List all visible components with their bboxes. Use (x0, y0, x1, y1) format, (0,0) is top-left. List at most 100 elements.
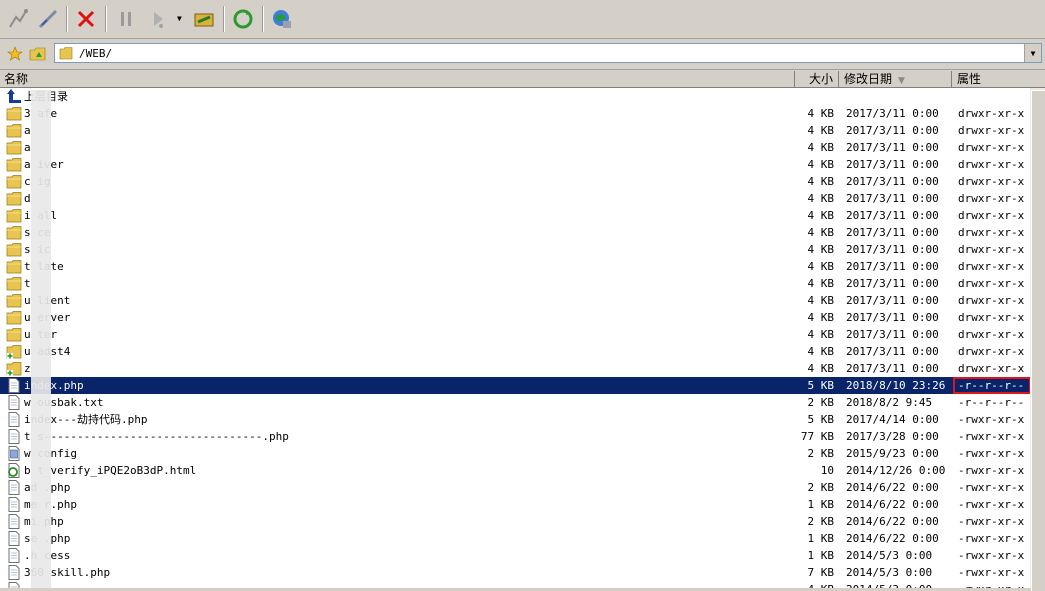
file-icon (6, 565, 22, 580)
file-name: a (24, 124, 31, 137)
file-date: 2018/8/10 23:26 (846, 379, 946, 392)
file-row[interactable]: t s---------------------------------.php… (0, 428, 1030, 445)
folder-row[interactable]: z 4 KB 2017/3/11 0:00 drwxr-xr-x (0, 360, 1030, 377)
file-row[interactable]: 4 KB 2014/5/3 0:00 -rwxr-xr-x (0, 581, 1030, 588)
file-row[interactable]: 360 skill.php 7 KB 2014/5/3 0:00 -rwxr-xr-x (0, 564, 1030, 581)
chevron-down-icon[interactable]: ▼ (1024, 44, 1041, 62)
folder-row[interactable]: i all4 KB2017/3/11 0:00drwxr-xr-x (0, 207, 1030, 224)
file-size: 4 KB (807, 328, 835, 341)
file-date: 2017/3/11 0:00 (846, 209, 939, 222)
refresh-icon[interactable] (229, 5, 257, 33)
file-name: z (24, 362, 31, 375)
file-date: 2017/3/11 0:00 (846, 243, 939, 256)
file-size: 4 KB (807, 243, 835, 256)
file-row[interactable]: b t_verify_iPQE2oB3dP.html 10 2014/12/26 0… (0, 462, 1030, 479)
site-manager-icon[interactable] (268, 5, 296, 33)
file-size: 2 KB (807, 515, 835, 528)
folder-row[interactable]: 3 afe4 KB2017/3/11 0:00drwxr-xr-x (0, 105, 1030, 122)
file-date: 2017/3/11 0:00 (846, 328, 939, 341)
pause-icon[interactable] (112, 5, 140, 33)
column-attr[interactable]: 属性 (953, 71, 1025, 87)
folder-icon (6, 140, 22, 155)
file-attr: drwxr-xr-x (958, 141, 1025, 154)
folder-row[interactable]: t late4 KB2017/3/11 0:00drwxr-xr-x (0, 258, 1030, 275)
connect-icon[interactable] (4, 5, 32, 33)
file-icon (6, 582, 22, 588)
folder-row[interactable]: a 4 KB 2017/3/11 0:00 drwxr-xr-x (0, 139, 1030, 156)
vertical-scrollbar[interactable] (1030, 88, 1045, 591)
file-attr: -rwxr-xr-x (958, 447, 1025, 460)
file-icon (6, 395, 22, 410)
file-date: 2014/6/22 0:00 (846, 532, 939, 545)
file-attr: -rwxr-xr-x (958, 498, 1025, 511)
star-icon[interactable] (6, 45, 24, 63)
column-size[interactable]: 大小 (795, 71, 839, 87)
stop-icon[interactable] (72, 5, 100, 33)
file-row[interactable]: se .php1 KB2014/6/22 0:00-rwxr-xr-x (0, 530, 1030, 547)
file-size: 1 KB (807, 532, 835, 545)
folder-row[interactable]: a iver4 KB2017/3/11 0:00drwxr-xr-x (0, 156, 1030, 173)
file-date: 2017/3/11 0:00 (846, 141, 939, 154)
folder-row[interactable]: u erver 4 KB 2017/3/11 0:00 drwxr-xr-x (0, 309, 1030, 326)
file-row[interactable]: .h cess1 KB2014/5/3 0:00-rwxr-xr-x (0, 547, 1030, 564)
scrollbar-thumb[interactable] (1031, 90, 1045, 591)
file-size: 4 KB (807, 158, 835, 171)
file-date: 2017/3/11 0:00 (846, 311, 939, 324)
file-attr: drwxr-xr-x (958, 311, 1025, 324)
file-row[interactable]: index---劫持代码.php 5 KB 2017/4/14 0:00 -rwxr-… (0, 411, 1030, 428)
folder-row[interactable]: d 4 KB 2017/3/11 0:00 drwxr-xr-x (0, 190, 1030, 207)
file-date: 2014/6/22 0:00 (846, 498, 939, 511)
folder-icon (6, 123, 22, 138)
disconnect-icon[interactable] (34, 5, 62, 33)
chevron-down-icon[interactable]: ▼ (177, 14, 182, 23)
file-row[interactable]: mi php2 KB2014/6/22 0:00-rwxr-xr-x (0, 513, 1030, 530)
folder-row[interactable]: u lient 4 KB 2017/3/11 0:00 drwxr-xr-x (0, 292, 1030, 309)
folder-icon (59, 46, 73, 63)
file-attr: -rwxr-xr-x (958, 430, 1025, 443)
folder-row[interactable]: a 4 KB 2017/3/11 0:00 drwxr-xr-x (0, 122, 1030, 139)
file-attr: drwxr-xr-x (958, 243, 1025, 256)
address-input[interactable]: /WEB/ ▼ (54, 43, 1042, 63)
file-row[interactable]: me r.php1 KB2014/6/22 0:00-rwxr-xr-x (0, 496, 1030, 513)
up-dir-row[interactable]: 上层目录 (0, 88, 1030, 105)
file-date: 2017/3/28 0:00 (846, 430, 939, 443)
file-size: 4 KB (807, 277, 835, 290)
folder-icon (6, 157, 22, 172)
file-row[interactable]: w ousbak.txt 2 KB 2018/8/2 9:45 -r--r--r-- (0, 394, 1030, 411)
file-date: 2017/3/11 0:00 (846, 226, 939, 239)
file-date: 2018/8/2 9:45 (846, 396, 933, 409)
file-date: 2017/4/14 0:00 (846, 413, 939, 426)
file-date: 2017/3/11 0:00 (846, 124, 939, 137)
file-size: 4 KB (807, 209, 835, 222)
folder-row[interactable]: u adst4 4 KB 2017/3/11 0:00 drwxr-xr-x (0, 343, 1030, 360)
file-attr: drwxr-xr-x (958, 107, 1025, 120)
file-icon (6, 497, 22, 512)
file-attr: drwxr-xr-x (958, 158, 1025, 171)
file-row[interactable]: index.php 5 KB 2018/8/10 23:26 -r--r--r-- (0, 377, 1030, 394)
file-date: 2015/9/23 0:00 (846, 447, 939, 460)
folder-row[interactable]: c ig4 KB2017/3/11 0:00drwxr-xr-x (0, 173, 1030, 190)
folder-row[interactable]: s ic4 KB2017/3/11 0:00drwxr-xr-x (0, 241, 1030, 258)
transfer-icon[interactable] (190, 5, 218, 33)
file-row[interactable]: ad .php2 KB2014/6/22 0:00-rwxr-xr-x (0, 479, 1030, 496)
column-name[interactable]: 名称 (0, 71, 795, 87)
play-icon[interactable] (144, 5, 172, 33)
file-list[interactable]: 上层目录 3 afe4 KB2017/3/11 0:00drwxr-xr-xa4… (0, 88, 1030, 588)
sort-arrow-icon: ▼ (898, 76, 905, 86)
file-row[interactable]: w config 2 KB 2015/9/23 0:00 -rwxr-xr-x (0, 445, 1030, 462)
folder-row[interactable]: s ce4 KB2017/3/11 0:00drwxr-xr-x (0, 224, 1030, 241)
file-date: 2014/5/3 0:00 (846, 566, 933, 579)
file-size: 2 KB (807, 481, 835, 494)
folder-row[interactable]: u ter4 KB2017/3/11 0:00drwxr-xr-x (0, 326, 1030, 343)
column-date[interactable]: 修改日期 ▼ (840, 71, 952, 87)
parent-folder-icon[interactable] (29, 45, 47, 63)
file-icon (6, 531, 22, 546)
file-attr: drwxr-xr-x (958, 226, 1025, 239)
file-icon (6, 480, 22, 495)
file-attr: -rwxr-xr-x (958, 532, 1025, 545)
folder-icon (6, 191, 22, 206)
html-file-icon (6, 463, 22, 478)
file-attr: drwxr-xr-x (958, 277, 1025, 290)
folder-row[interactable]: t 4 KB 2017/3/11 0:00 drwxr-xr-x (0, 275, 1030, 292)
address-path: /WEB/ (79, 47, 113, 60)
